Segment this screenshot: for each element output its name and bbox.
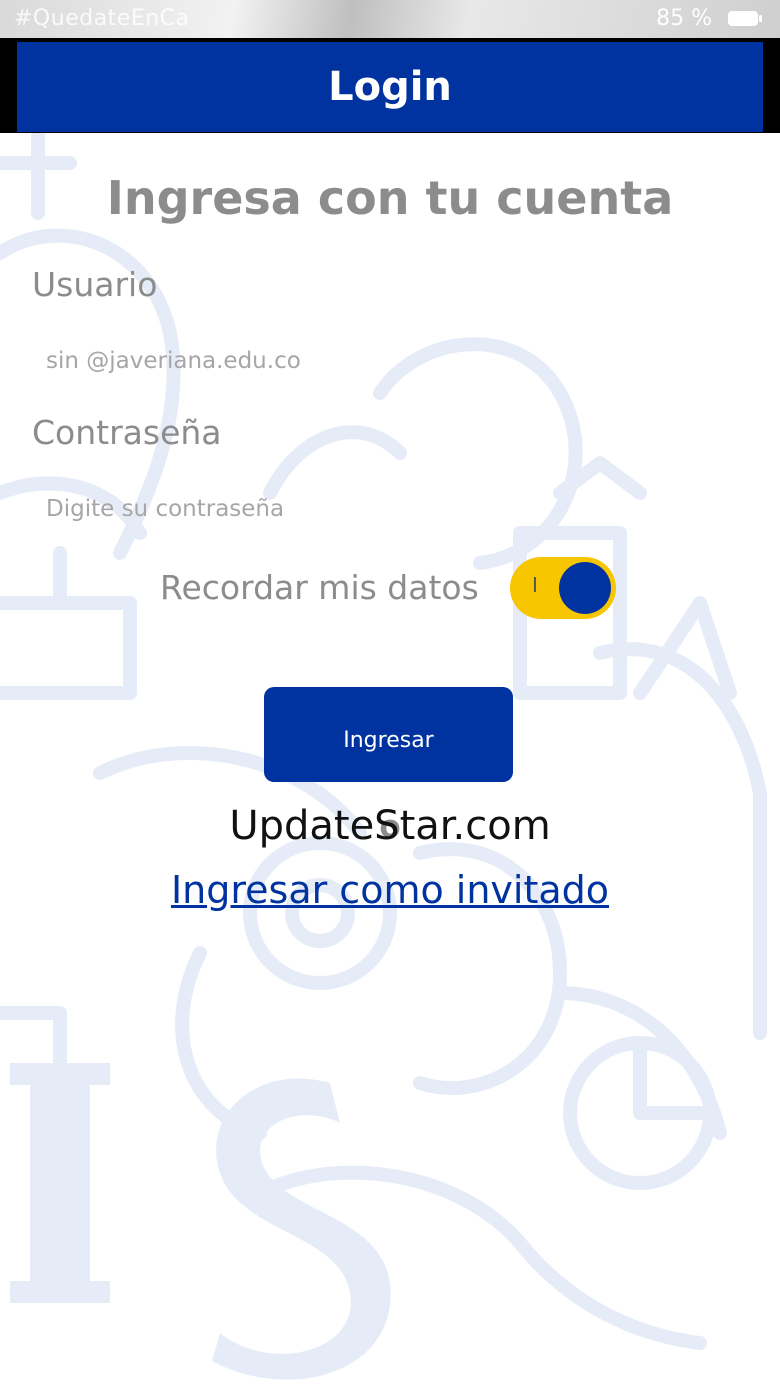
guest-login-link[interactable]: Ingresar como invitado [0, 868, 780, 912]
carrier-text: #QuedateEnCa [14, 6, 190, 31]
page-title: Login [328, 64, 452, 110]
remember-toggle[interactable]: I [510, 557, 616, 619]
app-header: Login [17, 42, 763, 132]
login-button[interactable]: Ingresar [264, 687, 513, 782]
remember-label: Recordar mis datos [160, 568, 479, 607]
password-label: Contraseña [32, 413, 222, 452]
user-input[interactable] [30, 336, 746, 386]
user-label: Usuario [32, 265, 158, 304]
status-bar: #QuedateEnCa 85 % [0, 0, 780, 38]
battery-icon [728, 11, 762, 26]
battery-percent: 85 % [656, 6, 712, 31]
password-input[interactable] [30, 484, 746, 534]
form-title: Ingresa con tu cuenta [106, 171, 674, 225]
toggle-on-mark: I [532, 573, 538, 597]
toggle-knob [559, 562, 611, 614]
or-separator: o [379, 809, 401, 845]
login-form: Ingresa con tu cuenta Usuario Contraseña… [0, 133, 780, 1387]
